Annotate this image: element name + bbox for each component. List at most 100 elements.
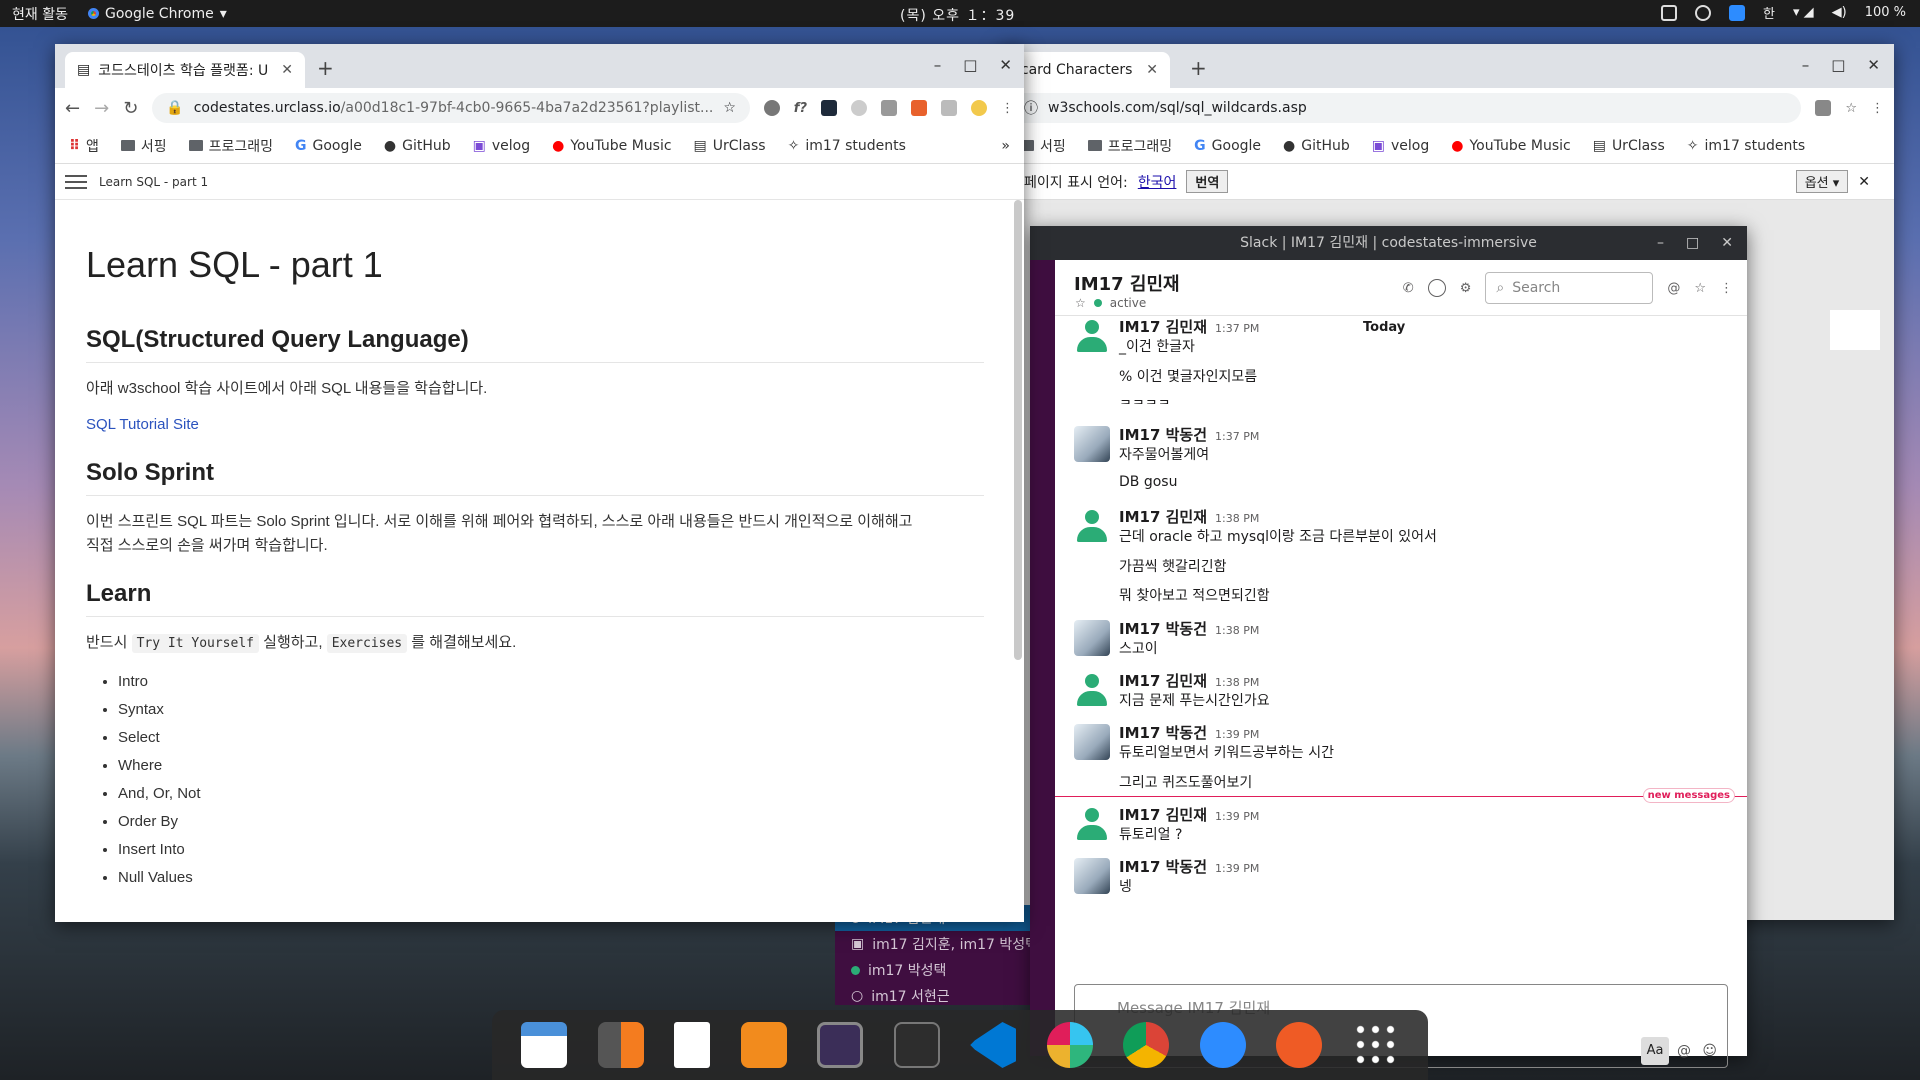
postman-icon[interactable] [1276, 1022, 1323, 1068]
files-icon[interactable] [521, 1022, 568, 1068]
star-icon[interactable]: ☆ [1845, 101, 1857, 116]
sender-name[interactable]: IM17 김민재 [1119, 318, 1207, 336]
timestamp[interactable]: 1:39 PM [1215, 810, 1259, 823]
bookmark-urclass[interactable]: ▤ UrClass [694, 138, 766, 154]
phone-icon[interactable]: ✆ [1403, 281, 1414, 296]
sender-name[interactable]: IM17 박동건 [1119, 724, 1207, 742]
bookmark-surfing[interactable]: 서핑 [120, 136, 167, 156]
tab-w3schools[interactable]: dcard Characters ✕ [1000, 52, 1170, 88]
chrome-icon[interactable] [1123, 1022, 1170, 1068]
screenshot-icon[interactable] [817, 1022, 864, 1068]
minimize-icon[interactable]: – [1802, 56, 1810, 74]
sender-name[interactable]: IM17 김민재 [1119, 806, 1207, 824]
close-tab-icon[interactable]: ✕ [281, 62, 293, 78]
activities-button[interactable]: 현재 활동 [12, 4, 68, 24]
tab-urclass[interactable]: ▤ 코드스테이츠 학습 플랫폼: U ✕ [65, 52, 305, 88]
star-icon[interactable]: ☆ [1694, 281, 1706, 296]
new-tab-button[interactable]: + [1190, 56, 1207, 80]
notes-icon[interactable] [1660, 4, 1677, 21]
maximize-icon[interactable]: □ [1686, 226, 1699, 260]
bookmark-velog[interactable]: ▣ velog [473, 138, 530, 154]
star-icon[interactable]: ☆ [1075, 296, 1086, 310]
maximize-icon[interactable]: □ [963, 56, 977, 74]
bookmark-apps[interactable]: ⠿ 앱 [69, 136, 99, 156]
network-icon[interactable] [740, 1022, 787, 1068]
wifi-icon[interactable]: ▾ ◢ [1793, 5, 1814, 20]
more-bookmarks-icon[interactable]: » [1001, 138, 1010, 154]
format-toggle-button[interactable]: Aa [1641, 1037, 1669, 1065]
minimize-icon[interactable]: – [1657, 226, 1664, 260]
emoji-icon[interactable]: ☺ [1702, 1043, 1717, 1059]
react-devtools-icon[interactable] [821, 100, 837, 116]
slack-icon[interactable] [1046, 1022, 1093, 1068]
translate-button[interactable]: 번역 [1186, 170, 1229, 193]
sidebar-item-dm[interactable]: im17 박성택 [835, 957, 1055, 983]
bookmark-surfing[interactable]: 서핑 [1020, 136, 1066, 156]
timestamp[interactable]: 1:39 PM [1215, 862, 1259, 875]
sender-name[interactable]: IM17 박동건 [1119, 620, 1207, 638]
bookmark-urclass[interactable]: ▤ UrClass [1593, 138, 1665, 154]
translate-language[interactable]: 한국어 [1138, 172, 1177, 192]
search-input[interactable]: ⌕ Search [1485, 272, 1654, 304]
network-tray-icon[interactable] [1694, 4, 1711, 21]
bookmark-programming[interactable]: 프로그래밍 [1087, 136, 1172, 156]
sidebar-item-dm[interactable]: ○ im17 서현근 [835, 983, 1055, 1009]
zoom-tray-icon[interactable] [1728, 4, 1745, 21]
bookmark-im17[interactable]: ✧ im17 students [1687, 138, 1805, 154]
extension-icon[interactable] [911, 100, 927, 116]
timestamp[interactable]: 1:38 PM [1215, 676, 1259, 689]
maximize-icon[interactable]: □ [1831, 56, 1845, 74]
new-tab-button[interactable]: + [317, 56, 334, 80]
avatar[interactable] [1074, 318, 1110, 354]
sidebar-item-group-dm[interactable]: ▣ im17 김지훈, im17 박성택 [835, 931, 1055, 957]
system-tray[interactable]: 한 ▾ ◢ ◀) 100 % [1660, 3, 1906, 22]
bookmark-github[interactable]: ● GitHub [384, 138, 451, 154]
calculator-icon[interactable] [597, 1022, 644, 1068]
input-method[interactable]: 한 [1763, 3, 1775, 22]
minimize-icon[interactable]: – [934, 56, 942, 74]
channel-title[interactable]: IM17 김민재 [1074, 270, 1180, 296]
bookmark-google[interactable]: G Google [1194, 138, 1261, 154]
extension-icon[interactable] [881, 100, 897, 116]
new-messages-badge[interactable]: new messages [1642, 788, 1735, 803]
avatar[interactable] [1074, 620, 1110, 656]
bookmark-youtube-music[interactable]: ● YouTube Music [552, 138, 671, 154]
avatar[interactable] [1074, 426, 1110, 462]
bookmark-youtube-music[interactable]: ● YouTube Music [1451, 138, 1570, 154]
bookmark-google[interactable]: G Google [295, 138, 362, 154]
formula-extension-icon[interactable]: f? [794, 101, 807, 116]
timestamp[interactable]: 1:38 PM [1215, 624, 1259, 637]
back-icon[interactable]: ← [65, 98, 80, 119]
kebab-menu-icon[interactable]: ⋮ [1720, 281, 1733, 296]
bookmark-im17[interactable]: ✧ im17 students [788, 138, 906, 154]
sender-name[interactable]: IM17 김민재 [1119, 672, 1207, 690]
vscode-icon[interactable] [970, 1022, 1017, 1068]
clock[interactable]: (목) 오후 １：39 [900, 5, 1015, 25]
timestamp[interactable]: 1:38 PM [1215, 512, 1259, 525]
avatar[interactable] [1074, 724, 1110, 760]
info-icon[interactable] [1427, 279, 1446, 297]
avatar[interactable] [1074, 806, 1110, 842]
translate-icon[interactable] [1815, 100, 1832, 116]
profile-avatar-icon[interactable] [971, 100, 987, 116]
forward-icon[interactable]: → [94, 98, 109, 119]
timestamp[interactable]: 1:37 PM [1215, 322, 1259, 335]
volume-icon[interactable]: ◀) [1832, 5, 1847, 20]
zoom-icon[interactable] [1199, 1022, 1246, 1068]
address-bar[interactable]: ⓘ w3schools.com/sql/sql_wildcards.asp [1010, 93, 1802, 123]
mention-icon[interactable]: @ [1677, 1043, 1691, 1059]
extension-icon[interactable] [763, 100, 780, 116]
gear-icon[interactable]: ⚙ [1460, 281, 1472, 296]
hamburger-menu-icon[interactable] [65, 174, 87, 189]
text-editor-icon[interactable] [674, 1022, 711, 1068]
sender-name[interactable]: IM17 박동건 [1119, 858, 1207, 876]
avatar[interactable] [1074, 672, 1110, 708]
address-bar[interactable]: 🔒 codestates.urclass.io/a00d18c1-97bf-4cb… [152, 93, 750, 123]
sql-tutorial-link[interactable]: SQL Tutorial Site [86, 416, 199, 433]
close-icon[interactable]: ✕ [1867, 56, 1880, 74]
apps-grid-icon[interactable] [1352, 1022, 1399, 1068]
extension-icon[interactable] [941, 100, 957, 116]
extension-icon[interactable] [851, 100, 867, 116]
close-tab-icon[interactable]: ✕ [1146, 62, 1158, 78]
sender-name[interactable]: IM17 박동건 [1119, 426, 1207, 444]
